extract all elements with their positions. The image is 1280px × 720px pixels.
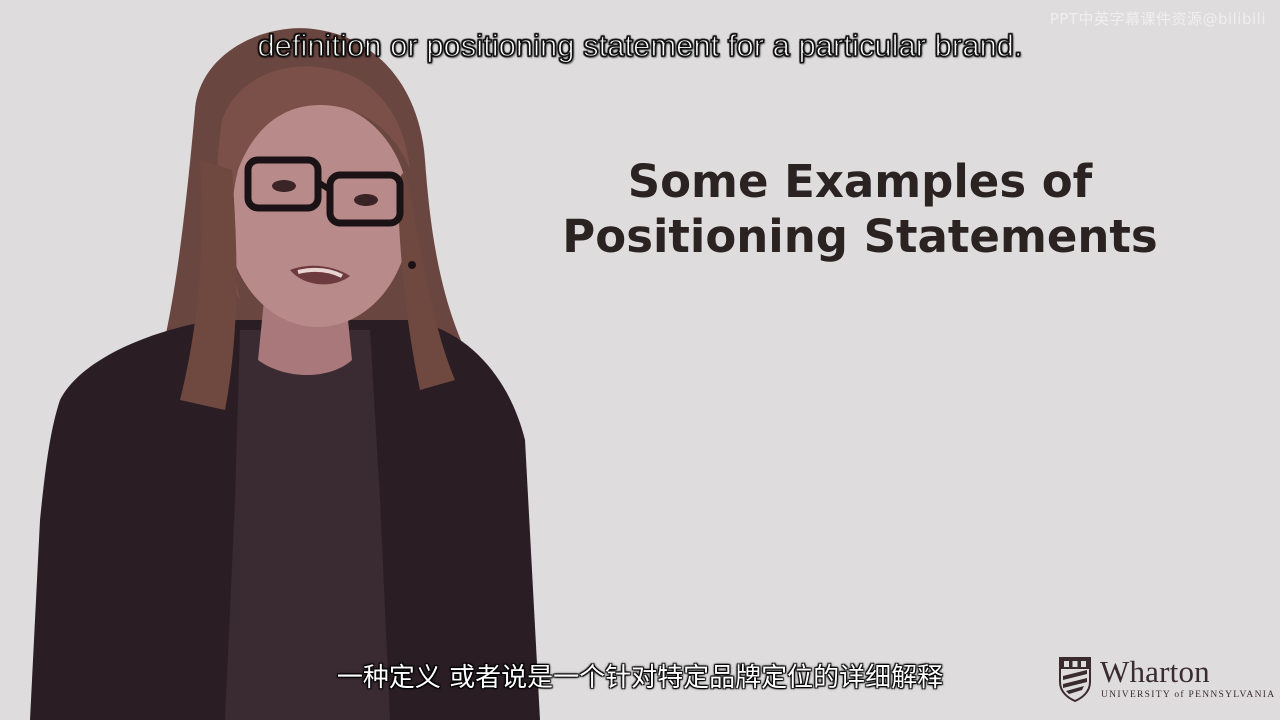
logo-subtitle: UNIVERSITY of PENNSYLVANIA <box>1101 690 1276 700</box>
video-frame: PPT中英字幕课件资源@bilibili definition or posit… <box>0 0 1280 720</box>
watermark: PPT中英字幕课件资源@bilibili <box>1049 10 1266 28</box>
wharton-logo: Wharton UNIVERSITY of PENNSYLVANIA <box>1058 654 1274 706</box>
chinese-subtitle: 一种定义 或者说是一个针对特定品牌定位的详细解释 <box>336 663 944 693</box>
slide-title: Some Examples of Positioning Statements <box>530 154 1190 264</box>
presenter-figure <box>30 28 540 720</box>
english-subtitle: definition or positioning statement for … <box>257 27 1023 63</box>
shield-icon <box>1059 657 1091 702</box>
slide-title-line-1: Some Examples of <box>627 155 1093 208</box>
logo-name: Wharton <box>1100 654 1210 689</box>
slide-title-line-2: Positioning Statements <box>562 210 1158 263</box>
